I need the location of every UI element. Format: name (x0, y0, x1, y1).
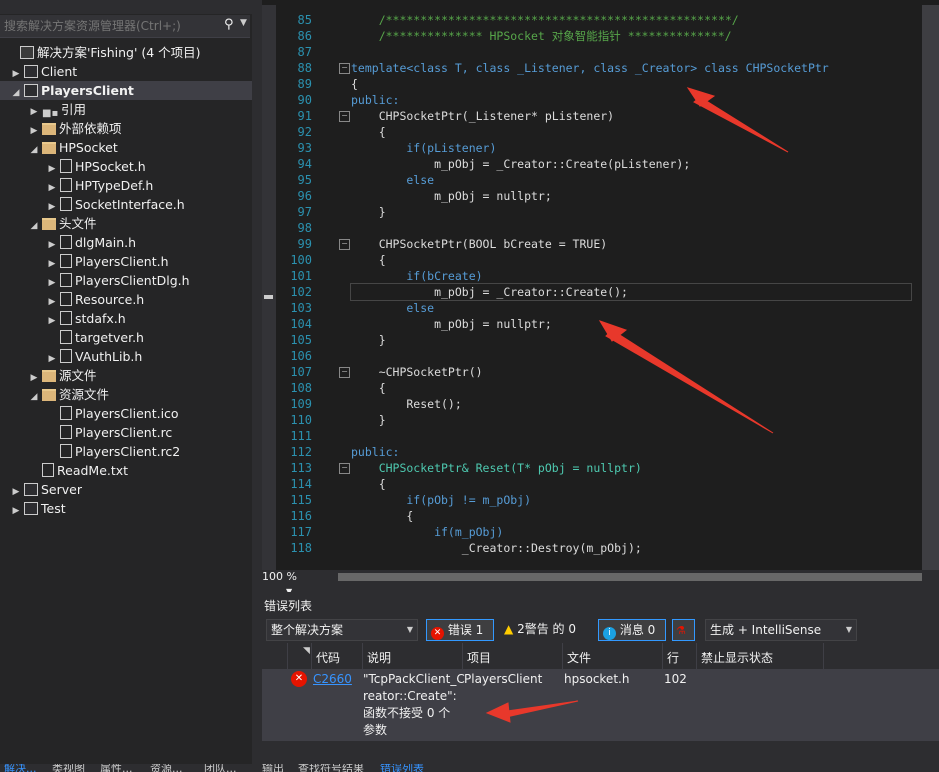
annotation-arrows (485, 87, 789, 723)
annotation-arrow (693, 96, 789, 153)
annotation-arrow (605, 329, 774, 434)
annotation-arrow-head (485, 702, 511, 723)
annotation-arrow (499, 700, 579, 719)
